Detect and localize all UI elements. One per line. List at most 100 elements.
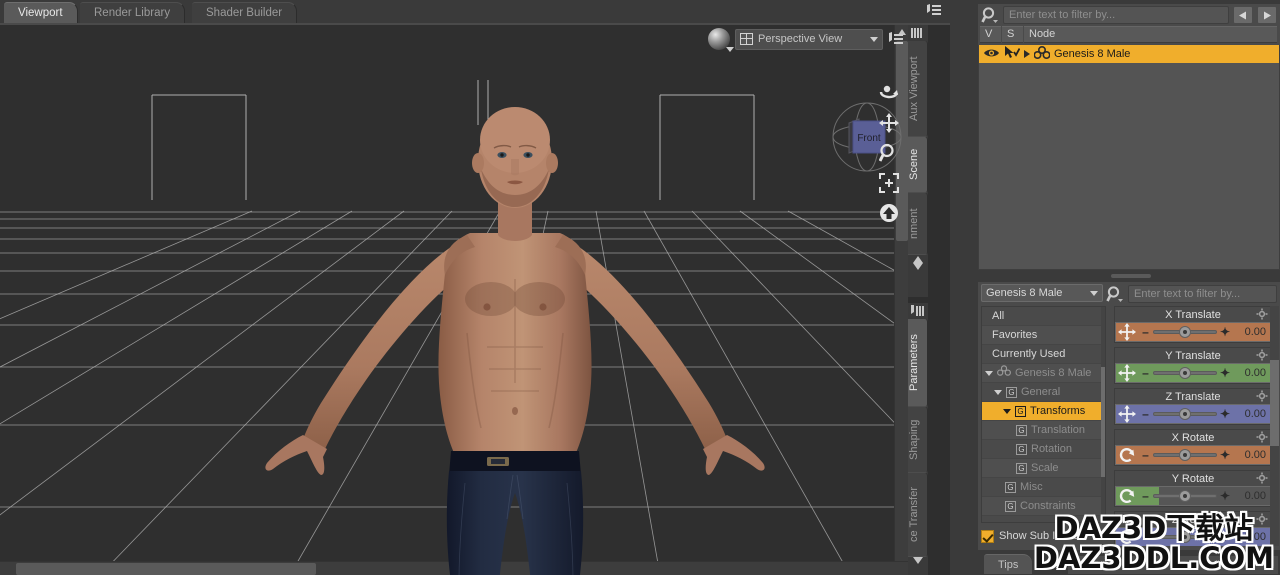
viewport-3d[interactable]: Perspective View Front <box>0 25 908 575</box>
parameters-scrollbar-thumb[interactable] <box>1270 360 1279 446</box>
decrement-button[interactable]: – <box>1141 366 1150 380</box>
rotate-icon[interactable] <box>1116 446 1138 464</box>
parameters-filter-input[interactable]: Enter text to filter by... <box>1128 285 1277 303</box>
gear-icon[interactable] <box>1256 308 1268 320</box>
tree-item-all[interactable]: All <box>982 307 1105 326</box>
scene-column-visible[interactable]: V <box>980 26 1002 43</box>
tree-item-currently-used[interactable]: Currently Used <box>982 345 1105 364</box>
tab-render-library[interactable]: Render Library <box>80 2 186 23</box>
slider-handle[interactable] <box>1179 449 1191 461</box>
slider-track[interactable] <box>1153 407 1217 421</box>
property-list[interactable]: X Translate – ✦ 0.00 Y Translate – ✦ 0.0… <box>1114 306 1272 546</box>
increment-button[interactable]: ✦ <box>1220 325 1230 339</box>
increment-button[interactable]: ✦ <box>1220 407 1230 421</box>
tabstrip-scroll-arrows-bottom[interactable] <box>908 557 928 565</box>
tree-item-translation[interactable]: G Translation <box>982 421 1105 440</box>
orbit-icon[interactable] <box>876 81 902 105</box>
sidebar-tab-aux-viewport[interactable]: Aux Viewport <box>908 41 928 137</box>
parameters-object-dropdown[interactable]: Genesis 8 Male <box>981 284 1103 302</box>
viewport-options-icon[interactable] <box>888 32 904 46</box>
triangle-down-icon[interactable] <box>1003 408 1011 414</box>
gear-icon[interactable] <box>1256 390 1268 402</box>
property-slider[interactable]: – ✦ 0.00 <box>1115 404 1271 424</box>
scene-column-selectable[interactable]: S <box>1002 26 1024 43</box>
tab-shader-builder[interactable]: Shader Builder <box>192 2 298 23</box>
property-value[interactable]: 0.00 <box>1232 408 1266 420</box>
decrement-button[interactable]: – <box>1141 325 1150 339</box>
gear-icon[interactable] <box>1256 431 1268 443</box>
property-value[interactable]: 0.00 <box>1232 367 1266 379</box>
slider-track[interactable] <box>1153 366 1217 380</box>
table-row[interactable]: Genesis 8 Male <box>979 45 1279 63</box>
sidebar-tab-parameters[interactable]: Parameters <box>908 319 928 407</box>
sidebar-tab-shaping[interactable]: Shaping <box>908 407 928 473</box>
slider-handle[interactable] <box>1179 367 1191 379</box>
frame-icon[interactable] <box>876 171 902 195</box>
move-icon[interactable] <box>1116 364 1138 382</box>
scene-filter-input[interactable]: Enter text to filter by... <box>1003 6 1229 24</box>
move-icon[interactable] <box>1116 323 1138 341</box>
slider-track[interactable] <box>1153 489 1217 503</box>
triangle-down-icon[interactable] <box>985 370 993 376</box>
tree-item-transforms[interactable]: G Transforms <box>982 402 1105 421</box>
genesis-8-male-figure[interactable] <box>255 83 775 575</box>
tree-item-misc[interactable]: G Misc <box>982 478 1105 497</box>
tree-item-scale[interactable]: G Scale <box>982 459 1105 478</box>
pane-splitter[interactable] <box>978 272 1280 280</box>
home-up-arrow-icon[interactable] <box>876 201 902 225</box>
slider-handle[interactable] <box>1179 408 1191 420</box>
search-icon[interactable] <box>1106 285 1124 303</box>
slider-handle[interactable] <box>1179 326 1191 338</box>
tab-tips[interactable]: Tips <box>984 554 1033 574</box>
view-mode-dropdown[interactable]: Perspective View <box>735 28 883 50</box>
tree-item-general[interactable]: G General <box>982 383 1105 402</box>
slider-handle[interactable] <box>1179 490 1191 502</box>
tabstrip-menu-icon-bottom[interactable] <box>908 303 928 319</box>
parameters-scrollbar[interactable] <box>1270 306 1279 546</box>
tree-item-rotation[interactable]: G Rotation <box>982 440 1105 459</box>
scene-node-list[interactable]: Genesis 8 Male <box>978 45 1280 270</box>
panel-menu-icon[interactable] <box>926 4 942 18</box>
tabstrip-scroll-arrows-top[interactable] <box>908 255 928 271</box>
increment-button[interactable]: ✦ <box>1220 448 1230 462</box>
sidebar-tab-surface-transfer[interactable]: ce Transfer <box>908 473 928 557</box>
pointer-check-icon[interactable] <box>1004 46 1021 62</box>
tab-viewport[interactable]: Viewport <box>4 2 78 23</box>
shading-ball-icon[interactable] <box>708 28 734 52</box>
property-slider[interactable]: – ✦ 0.00 <box>1115 322 1271 342</box>
sidebar-tab-environment[interactable]: nment <box>908 193 928 255</box>
tabstrip-menu-icon-top[interactable] <box>908 25 928 41</box>
slider-track[interactable] <box>1153 448 1217 462</box>
pan-icon[interactable] <box>876 111 902 135</box>
show-sub-items-checkbox[interactable] <box>981 529 994 543</box>
decrement-button[interactable]: – <box>1141 448 1150 462</box>
move-icon[interactable] <box>1116 405 1138 423</box>
triangle-down-icon[interactable] <box>994 389 1002 395</box>
parameters-tree[interactable]: All Favorites Currently Used Genesis 8 M… <box>981 306 1106 523</box>
scene-column-node[interactable]: Node <box>1024 26 1278 43</box>
tree-item-favorites[interactable]: Favorites <box>982 326 1105 345</box>
property-value[interactable]: 0.00 <box>1232 449 1266 461</box>
tree-item-genesis-8-male[interactable]: Genesis 8 Male <box>982 364 1105 383</box>
scene-next-button[interactable] <box>1257 6 1277 24</box>
pane-splitter-grip[interactable] <box>1111 274 1151 278</box>
magnifier-icon[interactable] <box>876 141 902 165</box>
property-slider[interactable]: – ✦ 0.00 <box>1115 486 1271 506</box>
rotate-icon[interactable] <box>1116 487 1138 505</box>
property-value[interactable]: 0.00 <box>1232 326 1266 338</box>
tree-scrollbar[interactable] <box>1101 307 1105 522</box>
gear-icon[interactable] <box>1256 349 1268 361</box>
triangle-right-icon[interactable] <box>1024 50 1030 58</box>
gear-icon[interactable] <box>1256 472 1268 484</box>
tree-scrollbar-thumb[interactable] <box>1101 367 1105 477</box>
decrement-button[interactable]: – <box>1141 407 1150 421</box>
scene-prev-button[interactable] <box>1233 6 1253 24</box>
eye-icon[interactable] <box>983 47 1000 62</box>
decrement-button[interactable]: – <box>1141 489 1150 503</box>
property-slider[interactable]: – ✦ 0.00 <box>1115 363 1271 383</box>
increment-button[interactable]: ✦ <box>1220 366 1230 380</box>
sidebar-tab-scene[interactable]: Scene <box>908 137 928 193</box>
slider-track[interactable] <box>1153 325 1217 339</box>
increment-button[interactable]: ✦ <box>1220 489 1230 503</box>
property-slider[interactable]: – ✦ 0.00 <box>1115 445 1271 465</box>
